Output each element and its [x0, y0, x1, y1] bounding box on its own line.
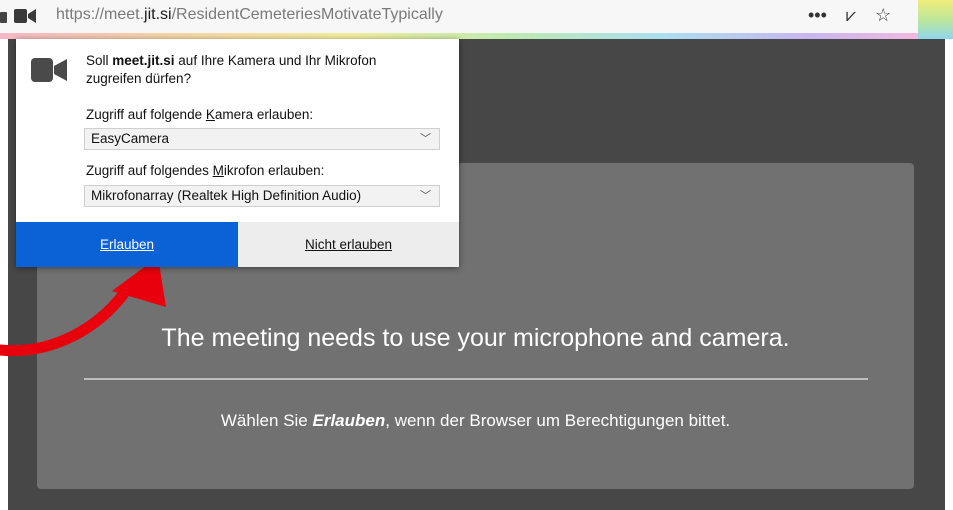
permission-question: Soll meet.jit.si auf Ihre Kamera und Ihr… — [86, 52, 426, 88]
deny-button[interactable]: Nicht erlauben — [238, 222, 459, 267]
camera-label-part: amera erlauben: — [214, 107, 314, 122]
address-bar[interactable]: https://meet.jit.si/ResidentCemeteriesMo… — [0, 0, 918, 33]
camera-select[interactable]: EasyCamera ﹀ — [84, 128, 440, 150]
mic-select-value: Mikrofonarray (Realtek High Definition A… — [91, 188, 362, 203]
camera-label-accesskey: K — [205, 107, 215, 122]
subtitle-emphasis: Erlauben — [312, 411, 386, 430]
chevron-down-icon: ﹀ — [420, 190, 431, 202]
theme-edge — [918, 0, 953, 39]
camera-permission-icon[interactable] — [14, 8, 36, 24]
url-host: jit.si — [144, 6, 172, 23]
permission-subtitle: Wählen Sie Erlauben, wenn der Browser um… — [37, 411, 914, 431]
chevron-down-icon: ﹀ — [420, 133, 431, 145]
divider — [84, 378, 868, 380]
permission-dialog: Soll meet.jit.si auf Ihre Kamera und Ihr… — [16, 39, 459, 267]
subtitle-suffix: , wenn der Browser um Berechtigungen bit… — [385, 411, 731, 430]
lock-icon — [0, 12, 7, 23]
microphone-select[interactable]: Mikrofonarray (Realtek High Definition A… — [84, 185, 440, 207]
mic-label-accesskey: M — [212, 163, 224, 178]
camera-icon — [31, 58, 67, 82]
url-text[interactable]: https://meet.jit.si/ResidentCemeteriesMo… — [56, 6, 443, 24]
mic-label-part: ikrofon erlauben: — [223, 163, 325, 178]
mic-label-part: Zugriff auf folgendes — [86, 163, 213, 178]
red-arrow-annotation — [0, 257, 166, 357]
allow-button[interactable]: Erlauben — [16, 222, 238, 267]
url-prefix: https://meet. — [56, 6, 145, 23]
mic-select-label: Zugriff auf folgendes Mikrofon erlauben: — [86, 163, 324, 178]
pocket-icon[interactable]: ⩗ — [846, 5, 856, 26]
camera-select-value: EasyCamera — [91, 131, 170, 146]
bookmark-star-icon[interactable]: ☆ — [875, 5, 891, 26]
question-prefix: Soll — [86, 53, 113, 68]
camera-select-label: Zugriff auf folgende Kamera erlauben: — [86, 107, 313, 122]
camera-label-part: Zugriff auf folgende — [86, 107, 206, 122]
url-path: /ResidentCemeteriesMotivateTypically — [171, 6, 443, 23]
question-site: meet.jit.si — [112, 53, 175, 68]
subtitle-prefix: Wählen Sie — [220, 411, 313, 430]
more-actions-icon[interactable]: ••• — [808, 5, 827, 26]
